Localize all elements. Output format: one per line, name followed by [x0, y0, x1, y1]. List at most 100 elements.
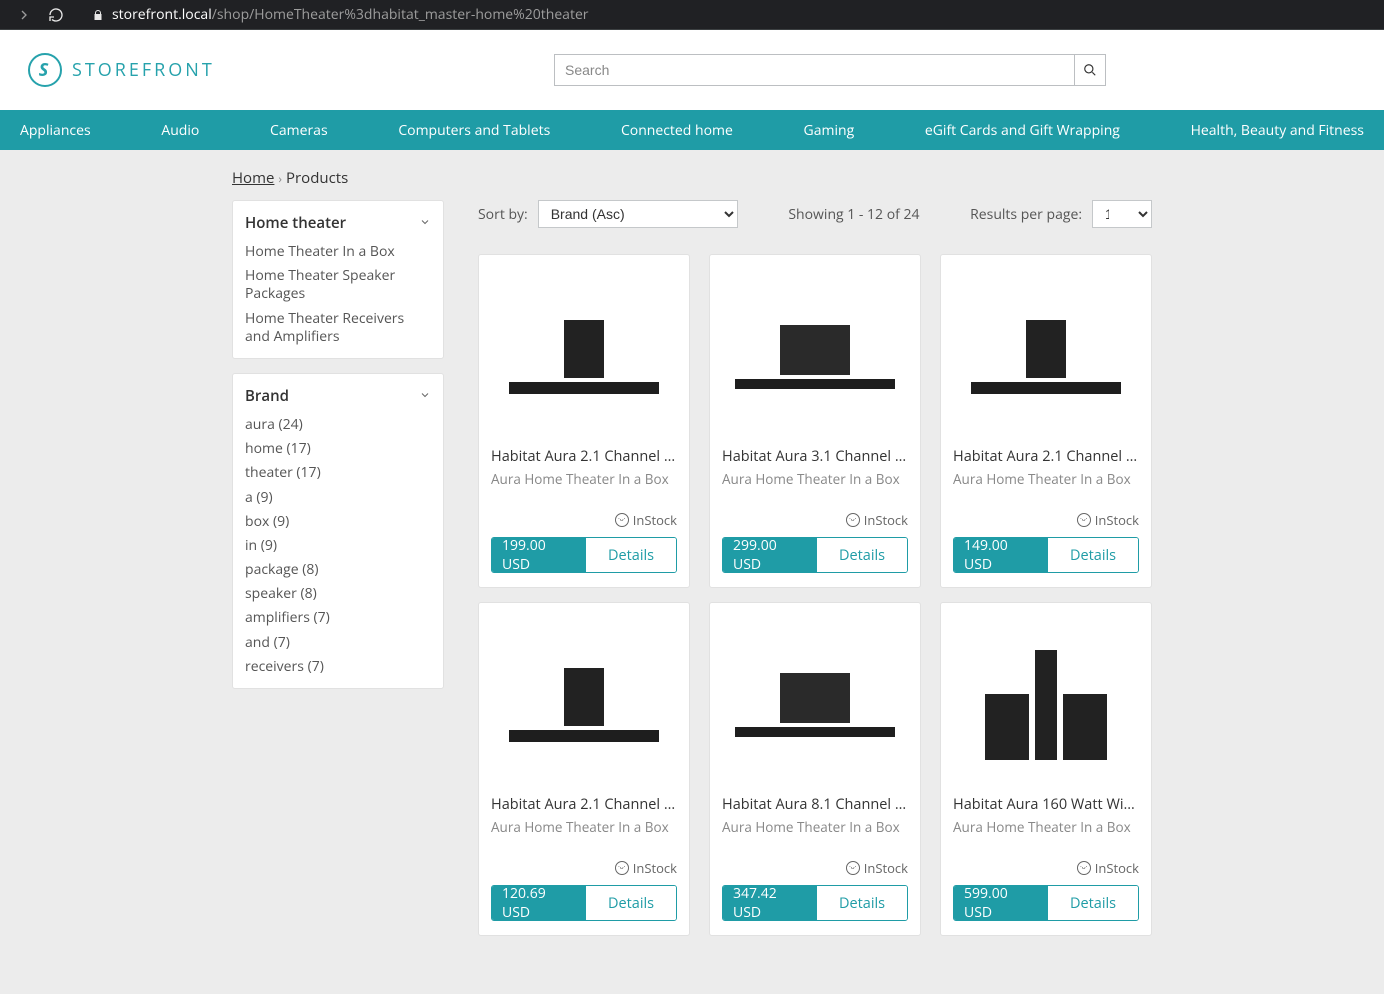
product-price: 120.69 USD — [492, 886, 586, 920]
stock-badge: InStock — [491, 859, 677, 877]
rpp-select[interactable]: 12 — [1092, 200, 1152, 228]
nav-item[interactable]: Appliances — [6, 121, 105, 140]
nav-item[interactable]: Connected home — [607, 121, 747, 140]
logo-icon: S — [28, 53, 62, 87]
facet-link[interactable]: and (7) — [245, 634, 431, 652]
category-nav: Appliances Audio Cameras Computers and Tabl… — [0, 110, 1384, 150]
product-title: Habitat Aura 160 Watt Wirele… — [953, 795, 1139, 814]
facet-link[interactable]: Home Theater Speaker Packages — [245, 267, 431, 303]
stock-badge: InStock — [722, 511, 908, 529]
nav-item[interactable]: Health, Beauty and Fitness — [1177, 121, 1378, 140]
product-card[interactable]: Habitat Aura 160 Watt Wirele… Aura Home … — [940, 602, 1152, 936]
product-image — [722, 615, 908, 795]
breadcrumb-products: Products — [286, 168, 348, 188]
site-header: S STOREFRONT — [0, 30, 1384, 110]
product-card[interactable]: Habitat Aura 2.1 Channel So… Aura Home T… — [478, 602, 690, 936]
product-subtitle: Aura Home Theater In a Box — [953, 818, 1139, 836]
product-price: 299.00 USD — [723, 538, 817, 572]
results-count: Showing 1 - 12 of 24 — [788, 205, 919, 224]
product-image — [491, 267, 677, 447]
product-card[interactable]: Habitat Aura 3.1 Channel So… Aura Home T… — [709, 254, 921, 588]
details-button[interactable]: Details — [817, 538, 907, 572]
product-price: 347.42 USD — [723, 886, 817, 920]
stock-badge: InStock — [953, 511, 1139, 529]
product-subtitle: Aura Home Theater In a Box — [722, 818, 908, 836]
stock-badge: InStock — [953, 859, 1139, 877]
product-subtitle: Aura Home Theater In a Box — [953, 470, 1139, 488]
smiley-icon — [615, 513, 629, 527]
address-bar[interactable]: storefront.local/shop/HomeTheater%3dhabi… — [92, 5, 589, 24]
details-button[interactable]: Details — [817, 886, 907, 920]
stock-badge: InStock — [491, 511, 677, 529]
product-subtitle: Aura Home Theater In a Box — [491, 818, 677, 836]
smiley-icon — [1077, 513, 1091, 527]
search-input[interactable] — [554, 54, 1074, 86]
breadcrumb-home[interactable]: Home — [232, 168, 274, 188]
facet-link[interactable]: a (9) — [245, 489, 431, 507]
stock-badge: InStock — [722, 859, 908, 877]
product-title: Habitat Aura 2.1 Channel So… — [491, 795, 677, 814]
details-button[interactable]: Details — [586, 538, 676, 572]
nav-item[interactable]: Computers and Tablets — [384, 121, 564, 140]
facet-link[interactable]: aura (24) — [245, 416, 431, 434]
nav-item[interactable]: Cameras — [256, 121, 342, 140]
product-price: 599.00 USD — [954, 886, 1048, 920]
product-subtitle: Aura Home Theater In a Box — [722, 470, 908, 488]
facet-brand: Brand aura (24)home (17)theater (17)a (9… — [232, 373, 444, 689]
search-form — [554, 54, 1106, 86]
browser-chrome: storefront.local/shop/HomeTheater%3dhabi… — [0, 0, 1384, 30]
breadcrumb: Home › Products — [232, 168, 1152, 188]
smiley-icon — [1077, 861, 1091, 875]
smiley-icon — [846, 861, 860, 875]
results: Sort by: Brand (Asc) Showing 1 - 12 of 2… — [478, 200, 1152, 936]
facet-category: Home theater Home Theater In a Box Home T… — [232, 200, 444, 359]
nav-item[interactable]: eGift Cards and Gift Wrapping — [911, 121, 1134, 140]
facet-link[interactable]: box (9) — [245, 513, 431, 531]
rpp-label: Results per page: — [970, 205, 1082, 224]
product-card[interactable]: Habitat Aura 2.1 Channel So… Aura Home T… — [940, 254, 1152, 588]
sort-label: Sort by: — [478, 205, 528, 224]
chevron-down-icon[interactable] — [419, 386, 431, 406]
product-image — [722, 267, 908, 447]
product-card[interactable]: Habitat Aura 8.1 Channel Cur… Aura Home … — [709, 602, 921, 936]
product-title: Habitat Aura 8.1 Channel Cur… — [722, 795, 908, 814]
product-title: Habitat Aura 3.1 Channel So… — [722, 447, 908, 466]
product-title: Habitat Aura 2.1 Channel So… — [953, 447, 1139, 466]
product-subtitle: Aura Home Theater In a Box — [491, 470, 677, 488]
facet-link[interactable]: in (9) — [245, 537, 431, 555]
facet-link[interactable]: Home Theater In a Box — [245, 243, 431, 261]
details-button[interactable]: Details — [1048, 886, 1138, 920]
forward-icon[interactable] — [14, 5, 34, 25]
facet-category-title: Home theater — [245, 213, 346, 233]
product-price: 199.00 USD — [492, 538, 586, 572]
sort-select[interactable]: Brand (Asc) — [538, 200, 738, 228]
smiley-icon — [615, 861, 629, 875]
search-icon — [1083, 63, 1097, 77]
facet-link[interactable]: package (8) — [245, 561, 431, 579]
facet-link[interactable]: Home Theater Receivers and Amplifiers — [245, 310, 431, 346]
nav-item[interactable]: Audio — [147, 121, 213, 140]
reload-icon[interactable] — [46, 5, 66, 25]
search-button[interactable] — [1074, 54, 1106, 86]
site-logo[interactable]: S STOREFRONT — [28, 53, 215, 87]
chevron-right-icon: › — [278, 170, 282, 187]
brand-name: STOREFRONT — [72, 58, 215, 82]
product-image — [491, 615, 677, 795]
facet-link[interactable]: amplifiers (7) — [245, 609, 431, 627]
facet-link[interactable]: home (17) — [245, 440, 431, 458]
lock-icon — [92, 9, 104, 21]
chevron-down-icon[interactable] — [419, 213, 431, 233]
details-button[interactable]: Details — [586, 886, 676, 920]
product-image — [953, 615, 1139, 795]
product-image — [953, 267, 1139, 447]
smiley-icon — [846, 513, 860, 527]
facet-link[interactable]: receivers (7) — [245, 658, 431, 676]
nav-item[interactable]: Gaming — [790, 121, 869, 140]
facet-link[interactable]: theater (17) — [245, 464, 431, 482]
facet-link[interactable]: speaker (8) — [245, 585, 431, 603]
product-card[interactable]: Habitat Aura 2.1 Channel So… Aura Home T… — [478, 254, 690, 588]
details-button[interactable]: Details — [1048, 538, 1138, 572]
sidebar: Home theater Home Theater In a Box Home T… — [232, 200, 444, 936]
product-price: 149.00 USD — [954, 538, 1048, 572]
product-title: Habitat Aura 2.1 Channel So… — [491, 447, 677, 466]
